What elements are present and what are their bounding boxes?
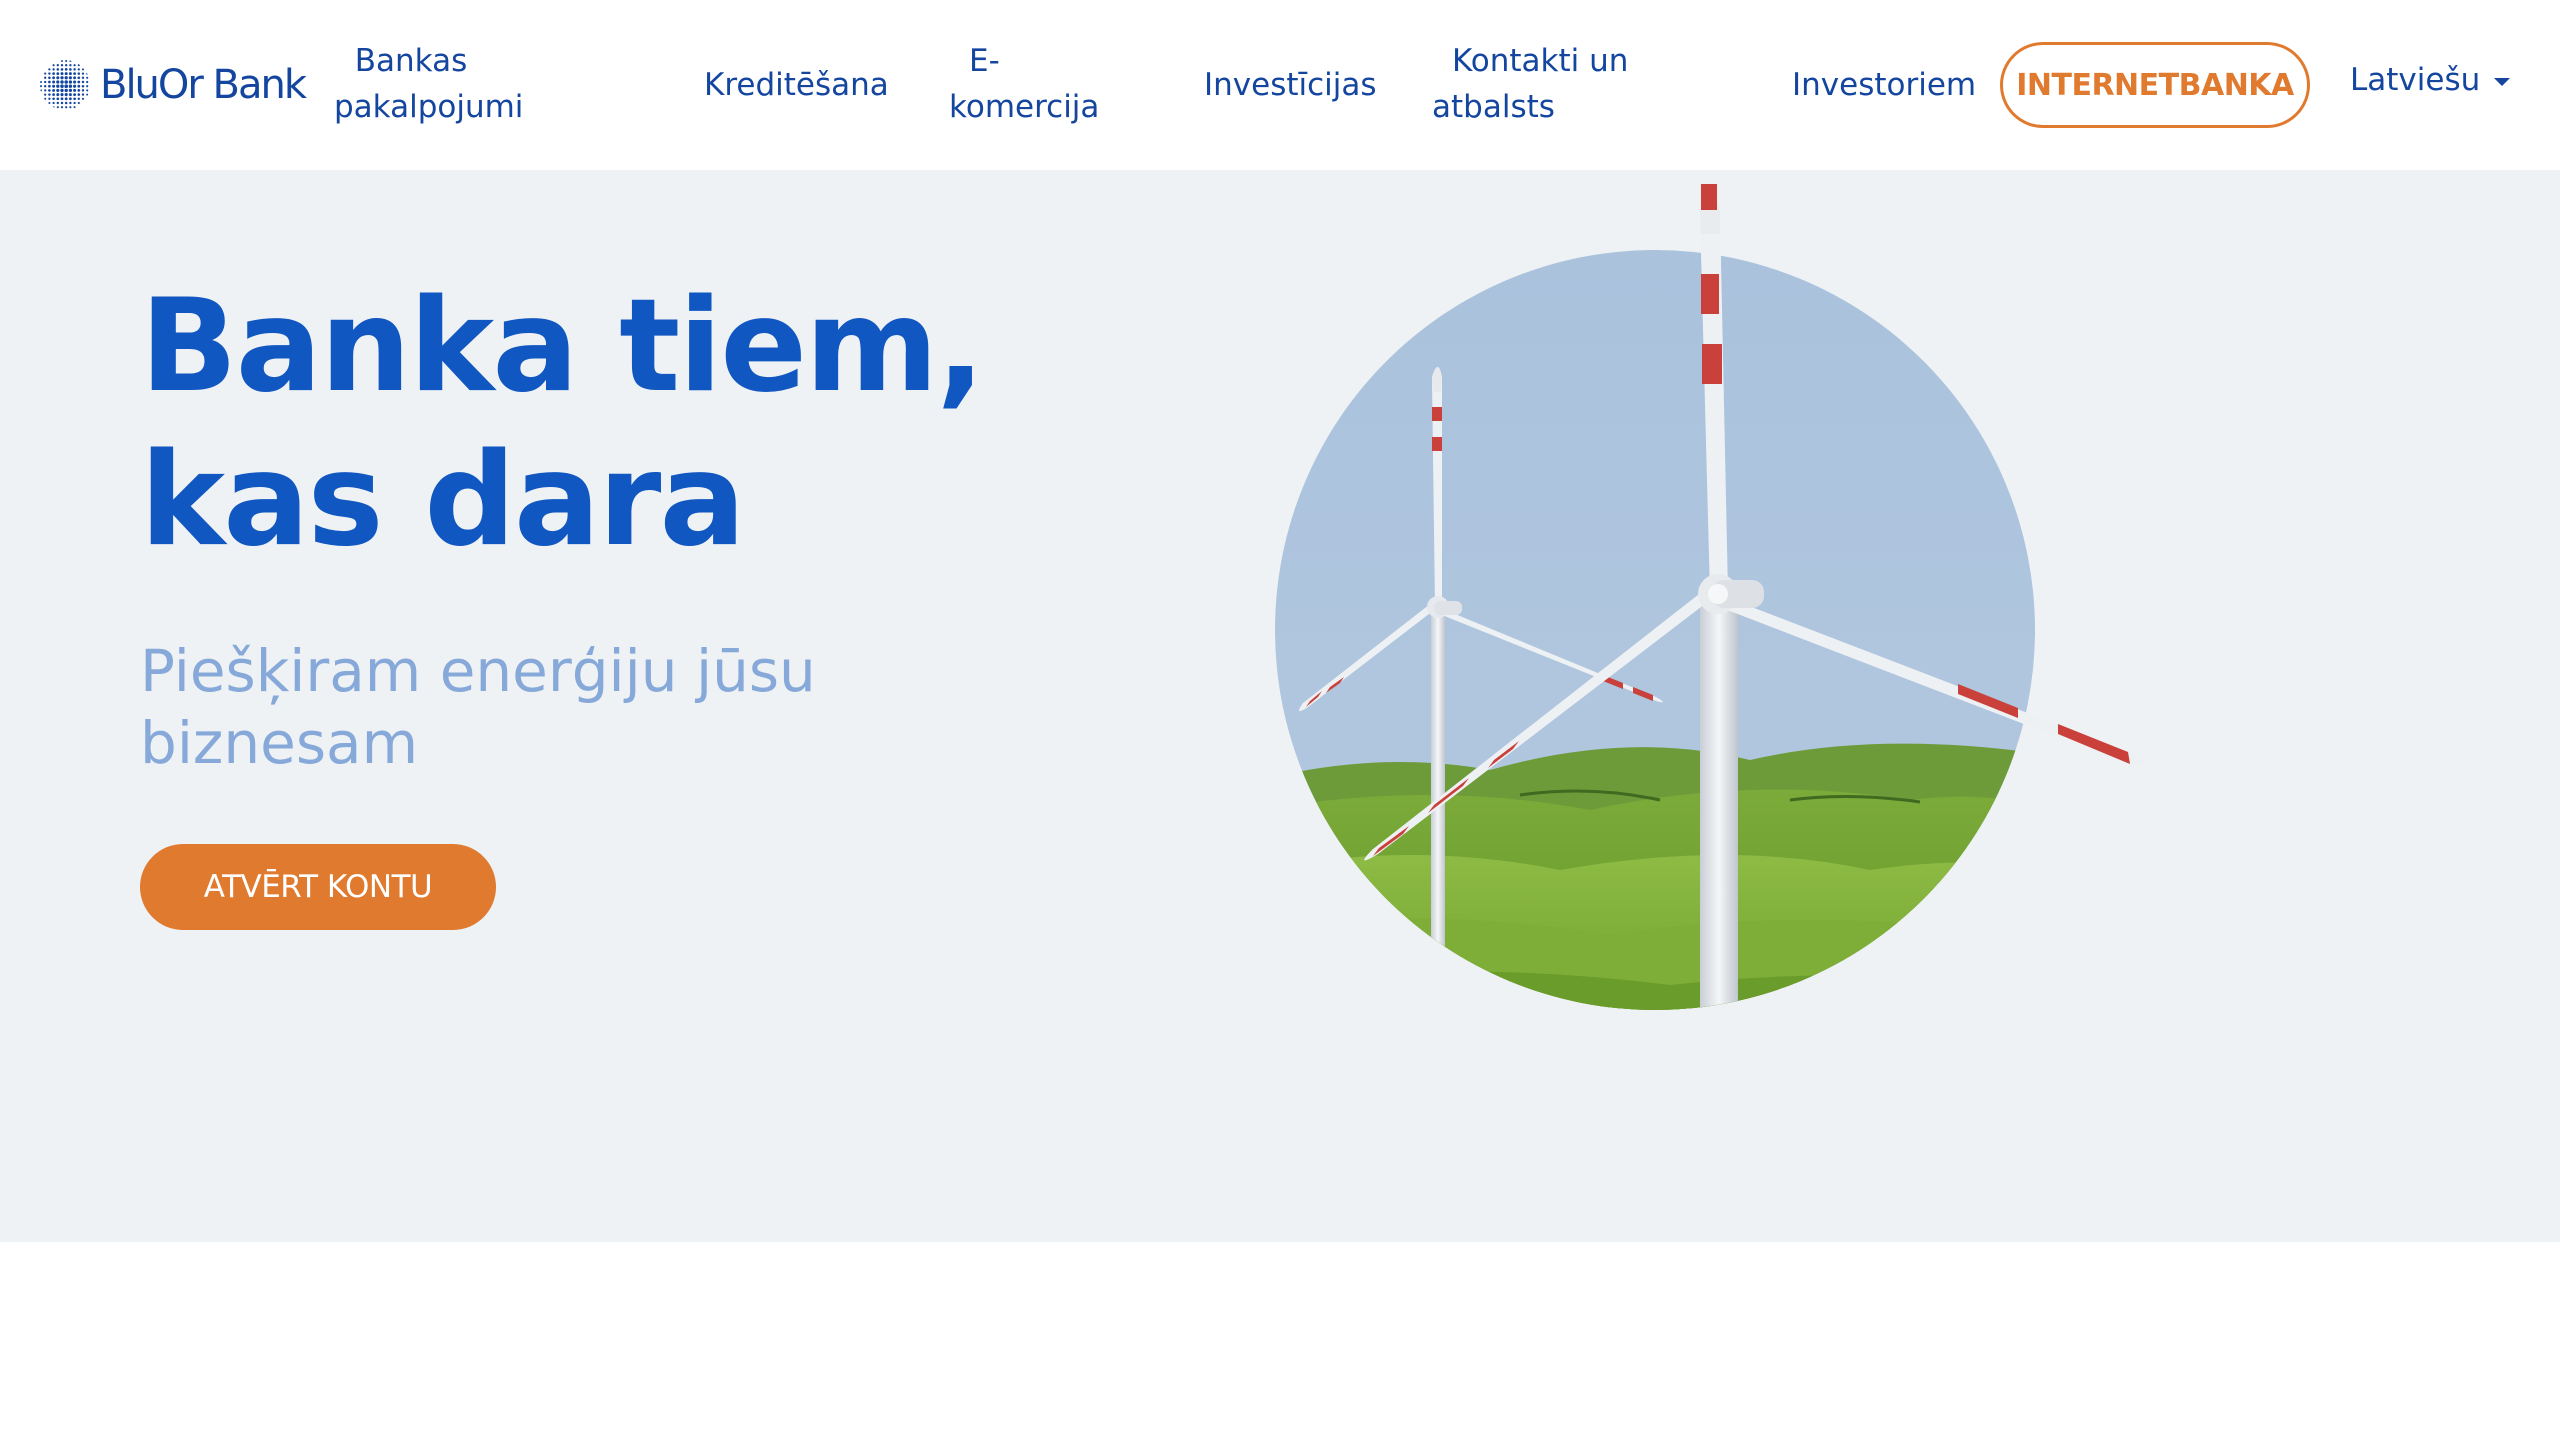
below-hero-area: [0, 1242, 2560, 1430]
hero-subtitle: Piešķiram enerģiju jūsu biznesam: [140, 635, 840, 779]
nav-item-investicijas[interactable]: Investīcijas: [1204, 62, 1377, 108]
language-selector[interactable]: Latviešu: [2350, 62, 2511, 98]
logo-dot-globe-icon: [40, 60, 89, 109]
site-header: BluOr Bank Bankas pakalpojumi Kreditēšan…: [0, 0, 2560, 170]
nav-item-investoriem[interactable]: Investoriem: [1792, 62, 1976, 108]
hero-subtitle-line1: Piešķiram enerģiju jūsu: [140, 637, 816, 705]
nav-item-kontakti-un-atbalsts[interactable]: Kontakti un atbalsts: [1432, 38, 1628, 130]
nav-item-label-line2: komercija: [949, 89, 1100, 125]
nav-item-label-line2: atbalsts: [1432, 89, 1555, 125]
language-label: Latviešu: [2350, 62, 2481, 98]
hero-title-line1: Banka tiem,: [140, 272, 985, 421]
nav-item-label-line1: Kontakti un: [1452, 43, 1629, 79]
logo-text: BluOr Bank: [100, 62, 307, 108]
caret-down-icon: [2494, 78, 2511, 86]
hero-section: Banka tiem, kas dara Piešķiram enerģiju …: [0, 170, 2560, 1242]
internetbanka-button[interactable]: INTERNETBANKA: [2000, 42, 2310, 128]
hero-title-line2: kas dara: [140, 426, 746, 575]
nav-item-e-komercija[interactable]: E- komercija: [949, 38, 1099, 130]
nav-item-label-line1: Bankas: [354, 43, 468, 79]
nav-item-bankas-pakalpojumi[interactable]: Bankas pakalpojumi: [334, 38, 523, 130]
nav-item-label-line1: E-: [969, 43, 1000, 79]
hero-title: Banka tiem, kas dara: [140, 270, 1040, 578]
hero-subtitle-line2: biznesam: [140, 709, 419, 777]
nav-item-kreditesana[interactable]: Kreditēšana: [704, 62, 889, 108]
wind-turbines-image: [1275, 184, 2145, 1010]
nav-item-label-line2: pakalpojumi: [334, 89, 524, 125]
logo-link[interactable]: BluOr Bank: [38, 55, 307, 115]
open-account-button[interactable]: ATVĒRT KONTU: [140, 844, 496, 930]
